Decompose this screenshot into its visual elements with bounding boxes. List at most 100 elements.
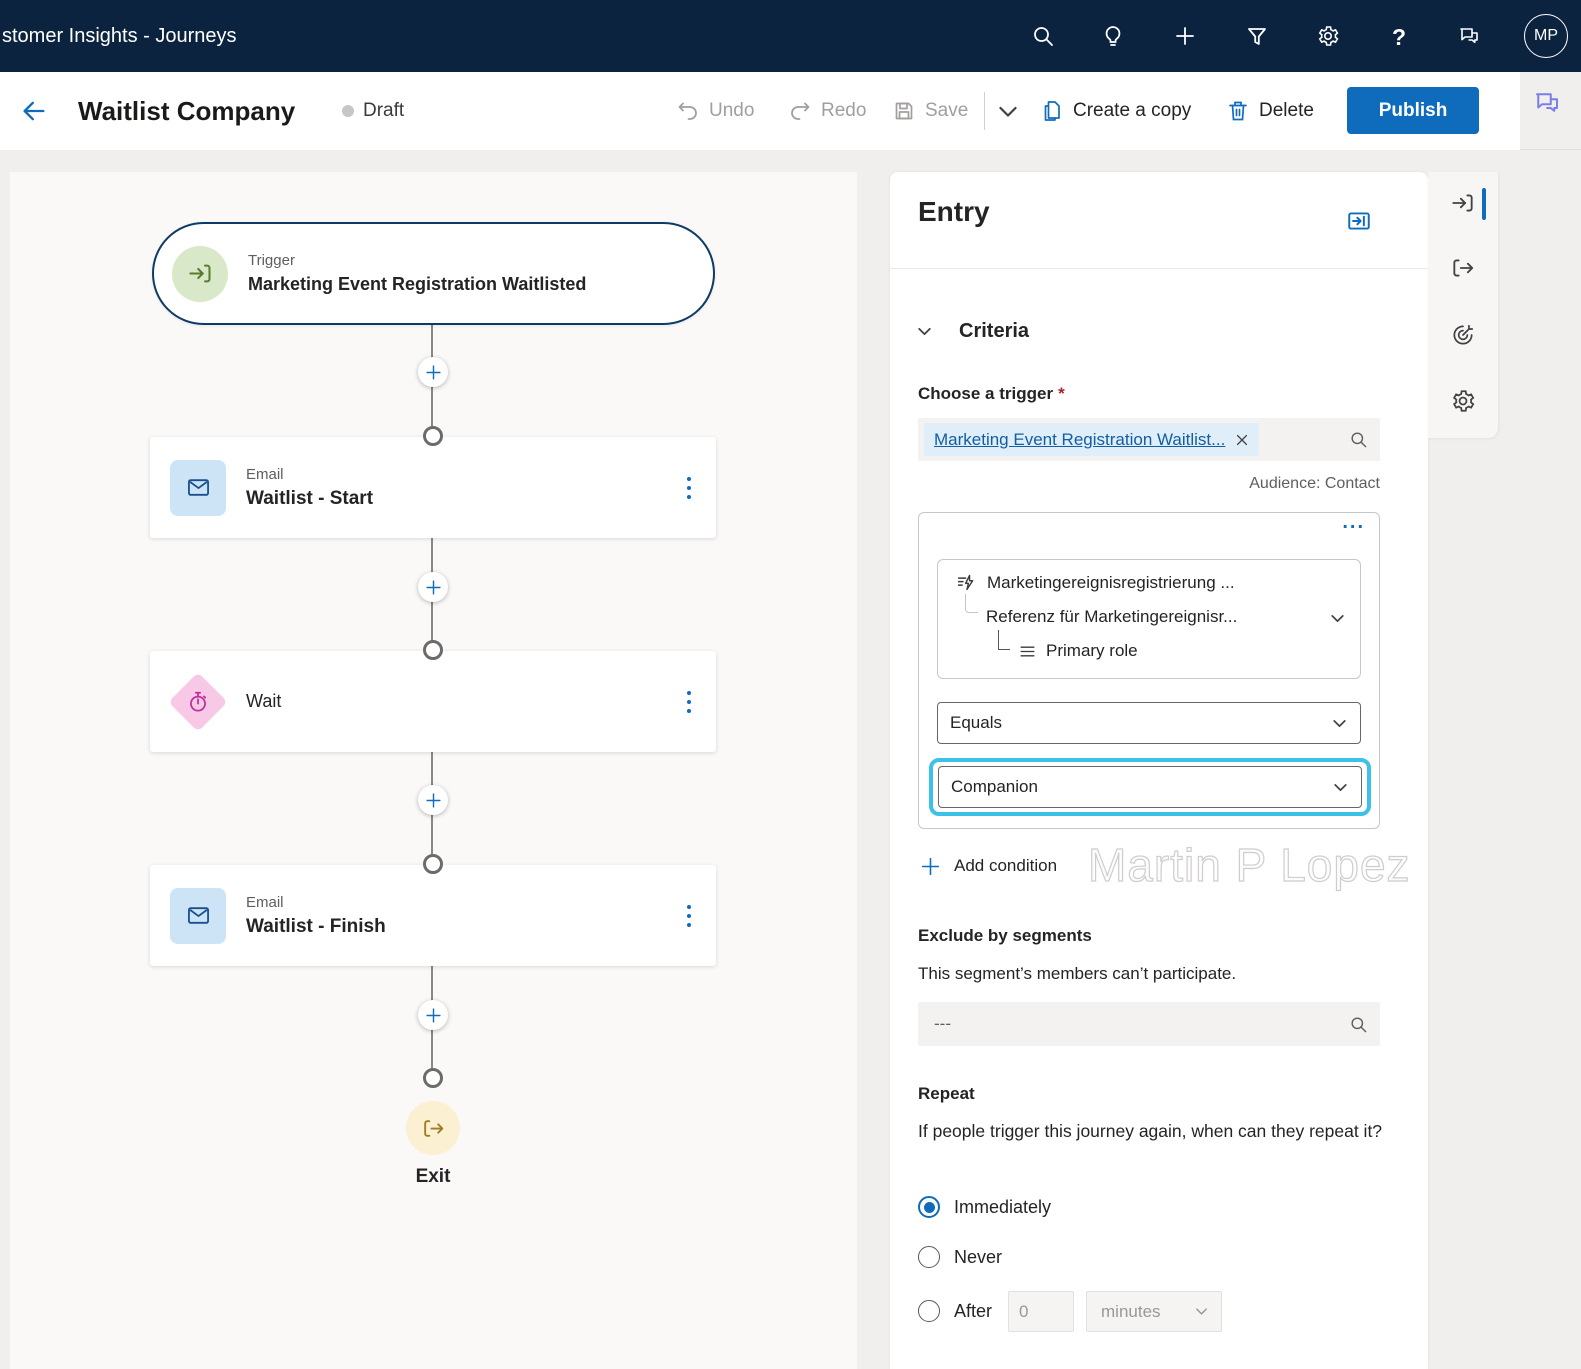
attribute-leaf-row: Primary role <box>1018 641 1138 661</box>
condition-menu-icon[interactable]: ... <box>1342 511 1365 534</box>
trigger-node[interactable]: Trigger Marketing Event Registration Wai… <box>152 222 715 325</box>
redo-icon <box>791 102 810 120</box>
save-button[interactable]: Save <box>892 72 968 150</box>
app-title: stomer Insights - Journeys <box>2 24 237 47</box>
exit-node[interactable] <box>406 1101 460 1155</box>
chevron-down-icon[interactable] <box>1329 610 1346 627</box>
goal-tab-icon[interactable] <box>1450 322 1476 348</box>
filter-icon[interactable] <box>1245 24 1269 48</box>
attribute-root-label: Marketingereignisregistrierung ... <box>987 572 1235 592</box>
settings-tab-icon[interactable] <box>1450 388 1476 414</box>
radio-selected-icon[interactable] <box>918 1196 940 1218</box>
trigger-chip-link[interactable]: Marketing Event Registration Waitlist... <box>934 430 1225 450</box>
top-nav-bar: stomer Insights - Journeys ? MP <box>0 0 1581 72</box>
feedback-chat-icon[interactable] <box>1532 88 1562 118</box>
more-options-icon[interactable] <box>684 689 694 715</box>
undo-button[interactable]: Undo <box>676 72 754 150</box>
wait-icon <box>168 671 228 732</box>
chevron-down-icon <box>999 106 1017 117</box>
redo-button[interactable]: Redo <box>788 72 866 150</box>
radio-never-label[interactable]: Never <box>954 1247 1002 1268</box>
page-title: Waitlist Company <box>78 95 296 126</box>
divider <box>890 268 1428 269</box>
status-dot <box>342 105 354 117</box>
after-unit-select[interactable]: minutes <box>1086 1291 1222 1332</box>
connector-anchor <box>423 854 443 874</box>
email-node-finish[interactable]: Email Waitlist - Finish <box>150 865 716 966</box>
add-step-button[interactable] <box>418 572 448 602</box>
app-window: stomer Insights - Journeys ? MP Waitlist… <box>0 0 1581 1369</box>
attribute-path-box[interactable]: Marketingereignisregistrierung ... Refer… <box>937 559 1361 679</box>
save-icon <box>895 102 913 120</box>
entry-trigger-icon <box>172 245 228 302</box>
node-type-label: Email <box>246 465 284 483</box>
search-icon[interactable] <box>1031 24 1055 48</box>
exit-icon <box>423 1119 443 1137</box>
radio-immediately[interactable]: Immediately <box>918 1193 1051 1221</box>
add-step-button[interactable] <box>418 357 448 387</box>
selection-highlight: Companion <box>929 758 1371 816</box>
operator-select[interactable]: Equals <box>937 702 1361 744</box>
help-icon[interactable]: ? <box>1387 24 1411 50</box>
command-bar: Waitlist Company Draft Undo Redo Save Cr… <box>0 72 1520 150</box>
email-node-start[interactable]: Email Waitlist - Start <box>150 437 716 538</box>
remove-trigger-icon[interactable] <box>1235 433 1249 447</box>
add-step-button[interactable] <box>418 785 448 815</box>
radio-unselected-icon[interactable] <box>918 1246 940 1268</box>
selected-trigger-chip: Marketing Event Registration Waitlist... <box>924 423 1260 456</box>
tree-connector <box>998 630 1010 650</box>
after-unit-value: minutes <box>1101 1301 1161 1321</box>
watermark: Martin P Lopez <box>1087 838 1411 891</box>
add-condition-button[interactable]: Add condition <box>920 852 1057 880</box>
exclude-segments-description: This segment’s members can’t participate… <box>918 964 1237 983</box>
radio-unselected-icon[interactable] <box>918 1300 940 1322</box>
journey-canvas: Trigger Marketing Event Registration Wai… <box>10 172 857 1369</box>
after-value-field[interactable] <box>1008 1291 1074 1332</box>
connector-anchor <box>423 1068 443 1088</box>
add-condition-label: Add condition <box>954 856 1058 875</box>
radio-immediately-label[interactable]: Immediately <box>954 1197 1051 1218</box>
after-value-input[interactable] <box>1019 1292 1063 1331</box>
feedback-icon[interactable] <box>1457 24 1481 48</box>
node-type-label: Trigger <box>248 252 295 269</box>
back-button[interactable] <box>20 72 48 150</box>
more-options-icon[interactable] <box>684 903 694 929</box>
settings-gear-icon[interactable] <box>1316 24 1340 48</box>
entry-tab-icon[interactable] <box>1450 190 1476 216</box>
search-segment-icon[interactable] <box>1349 1015 1368 1034</box>
divider <box>1520 149 1581 150</box>
radio-after-label[interactable]: After <box>954 1301 992 1322</box>
radio-never[interactable]: Never <box>918 1243 1002 1271</box>
new-record-icon[interactable] <box>1173 24 1197 48</box>
required-mark: * <box>1058 384 1065 403</box>
connector-anchor <box>423 426 443 446</box>
more-options-icon[interactable] <box>684 475 694 501</box>
repeat-label: Repeat <box>918 1084 975 1103</box>
value-select[interactable]: Companion <box>938 766 1362 808</box>
attribute-leaf-label: Primary role <box>1046 641 1138 660</box>
radio-after[interactable]: After <box>918 1297 992 1325</box>
save-split-chevron[interactable] <box>996 72 1020 150</box>
exit-tab-icon[interactable] <box>1450 255 1476 281</box>
trigger-lookup-field[interactable]: Marketing Event Registration Waitlist... <box>918 418 1380 461</box>
criteria-section-header[interactable]: Criteria <box>916 314 1029 348</box>
undo-label: Undo <box>709 100 755 121</box>
operator-value: Equals <box>950 713 1002 732</box>
dock-panel-icon[interactable] <box>1346 208 1372 234</box>
delete-button[interactable]: Delete <box>1226 72 1314 150</box>
publish-button[interactable]: Publish <box>1347 87 1479 134</box>
tree-connector <box>965 594 978 613</box>
segment-input[interactable] <box>934 1014 1349 1034</box>
chevron-down-icon <box>918 327 931 335</box>
chevron-down-icon <box>1332 779 1349 796</box>
avatar[interactable]: MP <box>1524 14 1568 58</box>
segment-lookup-field[interactable] <box>918 1002 1380 1046</box>
wait-node[interactable]: Wait <box>150 651 716 752</box>
status-label: Draft <box>363 100 405 121</box>
search-trigger-icon[interactable] <box>1349 430 1368 449</box>
node-title: Wait <box>246 691 282 711</box>
lightbulb-icon[interactable] <box>1101 24 1125 48</box>
create-copy-button[interactable]: Create a copy <box>1040 72 1191 150</box>
attribute-root-row: Marketingereignisregistrierung ... <box>956 572 1235 593</box>
add-step-button[interactable] <box>418 1000 448 1030</box>
